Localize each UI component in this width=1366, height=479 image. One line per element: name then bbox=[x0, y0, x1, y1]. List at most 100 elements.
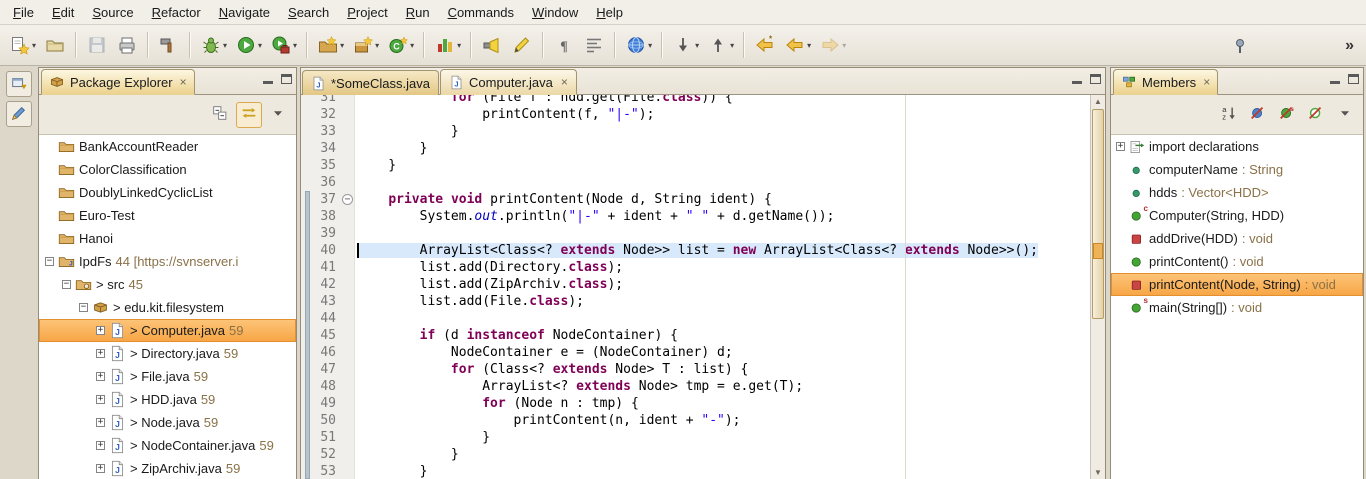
code-line-44[interactable]: 44 bbox=[314, 310, 1090, 327]
code-text[interactable]: private void printContent(Node d, String… bbox=[355, 191, 1090, 208]
editor-tab-computer-java[interactable]: JComputer.java× bbox=[440, 69, 577, 95]
code-text[interactable]: list.add(Directory.class); bbox=[355, 259, 1090, 276]
menu-navigate[interactable]: Navigate bbox=[210, 2, 279, 23]
debug-button[interactable]: ▾ bbox=[196, 30, 231, 60]
code-text[interactable]: list.add(ZipArchiv.class); bbox=[355, 276, 1090, 293]
code-text[interactable]: } bbox=[355, 123, 1090, 140]
expander-plus-icon[interactable]: + bbox=[96, 372, 105, 381]
code-text[interactable]: } bbox=[355, 446, 1090, 463]
tree-item[interactable]: +J> File.java59 bbox=[39, 365, 296, 388]
code-line-46[interactable]: 46 NodeContainer e = (NodeContainer) d; bbox=[314, 344, 1090, 361]
build-all-button[interactable] bbox=[154, 30, 184, 60]
view-menu-button[interactable] bbox=[1332, 102, 1358, 128]
code-line-51[interactable]: 51 } bbox=[314, 429, 1090, 446]
tree-item[interactable]: +J> Directory.java59 bbox=[39, 342, 296, 365]
minimize-icon[interactable] bbox=[263, 81, 273, 84]
previous-annotation-button[interactable]: ▾ bbox=[703, 30, 738, 60]
dropdown-arrow-icon[interactable]: ▾ bbox=[730, 41, 734, 50]
forward-button[interactable]: ▾ bbox=[815, 30, 850, 60]
expander-plus-icon[interactable]: + bbox=[96, 395, 105, 404]
code-text[interactable]: list.add(File.class); bbox=[355, 293, 1090, 310]
close-icon[interactable]: × bbox=[180, 75, 187, 89]
code-line-33[interactable]: 33 } bbox=[314, 123, 1090, 140]
code-line-49[interactable]: 49 for (Node n : tmp) { bbox=[314, 395, 1090, 412]
code-line-43[interactable]: 43 list.add(File.class); bbox=[314, 293, 1090, 310]
maximize-icon[interactable] bbox=[1348, 74, 1359, 84]
member-item[interactable]: hdds : Vector<HDD> bbox=[1111, 181, 1363, 204]
minimize-icon[interactable] bbox=[1330, 81, 1340, 84]
code-line-35[interactable]: 35 } bbox=[314, 157, 1090, 174]
format-button[interactable] bbox=[579, 30, 609, 60]
code-text[interactable]: } bbox=[355, 157, 1090, 174]
show-whitespace-button[interactable]: ¶ bbox=[549, 30, 579, 60]
member-item[interactable]: printContent(Node, String) : void bbox=[1111, 273, 1363, 296]
code-text[interactable]: for (Node n : tmp) { bbox=[355, 395, 1090, 412]
tree-item[interactable]: +J> Node.java59 bbox=[39, 411, 296, 434]
dropdown-arrow-icon[interactable]: ▾ bbox=[340, 41, 344, 50]
editor-tab-someclass-java[interactable]: J*SomeClass.java bbox=[302, 70, 439, 95]
menu-refactor[interactable]: Refactor bbox=[143, 2, 210, 23]
code-text[interactable]: } bbox=[355, 429, 1090, 446]
external-tools-button[interactable]: ▾ bbox=[266, 30, 301, 60]
menu-commands[interactable]: Commands bbox=[439, 2, 523, 23]
code-line-52[interactable]: 52 } bbox=[314, 446, 1090, 463]
dropdown-arrow-icon[interactable]: ▾ bbox=[842, 41, 846, 50]
code-line-41[interactable]: 41 list.add(Directory.class); bbox=[314, 259, 1090, 276]
code-text[interactable]: ArrayList<Class<? extends Node>> list = … bbox=[355, 242, 1090, 259]
tree-item[interactable]: +J> HDD.java59 bbox=[39, 388, 296, 411]
code-line-48[interactable]: 48 ArrayList<? extends Node> tmp = e.get… bbox=[314, 378, 1090, 395]
close-icon[interactable]: × bbox=[561, 75, 568, 89]
scroll-up-icon[interactable]: ▲ bbox=[1091, 95, 1105, 108]
dropdown-arrow-icon[interactable]: ▾ bbox=[695, 41, 699, 50]
code-line-45[interactable]: 45 if (d instanceof NodeContainer) { bbox=[314, 327, 1090, 344]
member-item[interactable]: +import declarations bbox=[1111, 135, 1363, 158]
expander-plus-icon[interactable]: + bbox=[96, 326, 105, 335]
open-file-button[interactable] bbox=[40, 30, 70, 60]
expander-plus-icon[interactable]: + bbox=[96, 464, 105, 473]
last-edit-location-button[interactable]: * bbox=[750, 30, 780, 60]
code-line-31[interactable]: 31 for (File f : hdd.get(File.class)) { bbox=[314, 95, 1090, 106]
dropdown-arrow-icon[interactable]: ▾ bbox=[223, 41, 227, 50]
dropdown-arrow-icon[interactable]: ▾ bbox=[375, 41, 379, 50]
code-text[interactable]: printContent(f, "|-"); bbox=[355, 106, 1090, 123]
tree-item[interactable]: +J> ZipArchiv.java59 bbox=[39, 457, 296, 479]
maximize-icon[interactable] bbox=[281, 74, 292, 84]
open-web-browser-button[interactable]: ▾ bbox=[621, 30, 656, 60]
tree-item[interactable]: +J> NodeContainer.java59 bbox=[39, 434, 296, 457]
save-button[interactable] bbox=[82, 30, 112, 60]
code-line-40[interactable]: 40 ArrayList<Class<? extends Node>> list… bbox=[314, 242, 1090, 259]
mark-occurrences-button[interactable] bbox=[507, 30, 537, 60]
code-text[interactable]: } bbox=[355, 463, 1090, 479]
next-annotation-button[interactable]: ▾ bbox=[668, 30, 703, 60]
close-icon[interactable]: × bbox=[1203, 75, 1210, 89]
new-package-button[interactable]: ▾ bbox=[348, 30, 383, 60]
run-button[interactable]: ▾ bbox=[231, 30, 266, 60]
code-line-39[interactable]: 39 bbox=[314, 225, 1090, 242]
code-area[interactable]: 31 for (File f : hdd.get(File.class)) {3… bbox=[314, 95, 1090, 479]
back-button[interactable]: ▾ bbox=[780, 30, 815, 60]
scrollbar-thumb[interactable] bbox=[1092, 109, 1104, 319]
code-text[interactable]: if (d instanceof NodeContainer) { bbox=[355, 327, 1090, 344]
dropdown-arrow-icon[interactable]: ▾ bbox=[807, 41, 811, 50]
expander-plus-icon[interactable]: + bbox=[96, 349, 105, 358]
menu-run[interactable]: Run bbox=[397, 2, 439, 23]
overview-marker[interactable] bbox=[1093, 243, 1103, 259]
coverage-button[interactable]: ▾ bbox=[430, 30, 465, 60]
tree-item[interactable]: Euro-Test bbox=[39, 204, 296, 227]
tree-item[interactable]: ColorClassification bbox=[39, 158, 296, 181]
scroll-down-icon[interactable]: ▼ bbox=[1091, 466, 1105, 479]
code-line-32[interactable]: 32 printContent(f, "|-"); bbox=[314, 106, 1090, 123]
expander-plus-icon[interactable]: + bbox=[96, 418, 105, 427]
menu-help[interactable]: Help bbox=[587, 2, 632, 23]
tree-item[interactable]: +J> Computer.java59 bbox=[39, 319, 296, 342]
code-line-47[interactable]: 47 for (Class<? extends Node> T : list) … bbox=[314, 361, 1090, 378]
tree-item[interactable]: Hanoi bbox=[39, 227, 296, 250]
dropdown-arrow-icon[interactable]: ▾ bbox=[410, 41, 414, 50]
tree-item[interactable]: −> edu.kit.filesystem bbox=[39, 296, 296, 319]
code-line-42[interactable]: 42 list.add(ZipArchiv.class); bbox=[314, 276, 1090, 293]
editor-scrollbar[interactable]: ▲ ▼ bbox=[1090, 95, 1105, 479]
code-text[interactable]: System.out.println("|-" + ident + " " + … bbox=[355, 208, 1090, 225]
tree-item[interactable]: DoublyLinkedCyclicList bbox=[39, 181, 296, 204]
code-line-50[interactable]: 50 printContent(n, ident + "-"); bbox=[314, 412, 1090, 429]
dropdown-arrow-icon[interactable]: ▾ bbox=[258, 41, 262, 50]
